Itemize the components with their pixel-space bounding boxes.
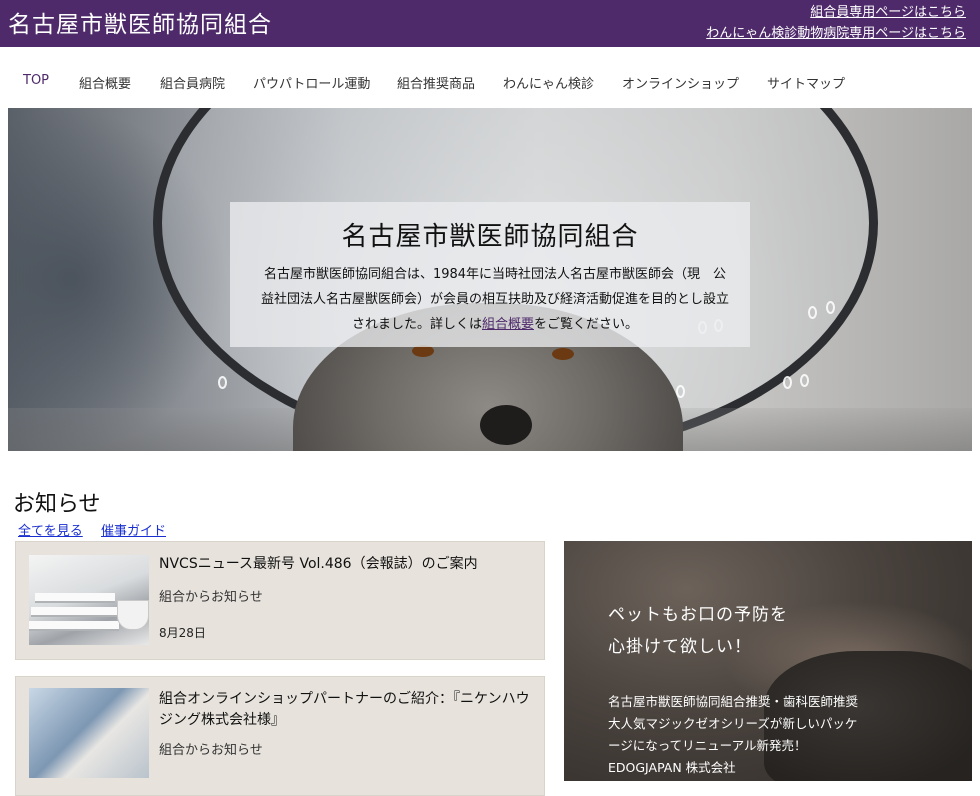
promo-headline-line: ペットもお口の予防を: [608, 605, 788, 625]
news-card[interactable]: NVCSニュース最新号 Vol.486（会報誌）のご案内 組合からお知らせ 8月…: [15, 541, 545, 660]
event-guide-link[interactable]: 催事ガイド: [101, 520, 166, 539]
nav-item-top[interactable]: TOP: [23, 73, 49, 88]
partner-thumbnail: [29, 688, 149, 778]
news-date: 8月28日: [159, 626, 206, 640]
promo-headline: ペットもお口の予防を 心掛けて欲しい！: [608, 599, 788, 663]
overview-link[interactable]: 組合概要: [482, 317, 534, 332]
nav-item-paw-patrol[interactable]: パウパトロール運動: [253, 73, 370, 92]
cone-hole: [808, 306, 817, 319]
cone-hole: [676, 385, 685, 398]
promo-body: 名古屋市獣医師協同組合推奨・歯科医師推奨 大人気マジックゼオシリーズが新しいパッ…: [608, 691, 858, 779]
news-title[interactable]: NVCSニュース最新号 Vol.486（会報誌）のご案内: [159, 554, 534, 575]
site-header: 名古屋市獣医師協同組合 組合員専用ページはこちら わんにゃん検診動物病院専用ペー…: [0, 0, 980, 47]
promo-banner[interactable]: ペットもお口の予防を 心掛けて欲しい！ 名古屋市獣医師協同組合推奨・歯科医師推奨…: [564, 541, 972, 781]
hero-text-end: をご覧ください。: [534, 317, 639, 332]
news-category: 組合からお知らせ: [159, 743, 263, 758]
checkup-hospital-page-link[interactable]: わんにゃん検診動物病院専用ページはこちら: [706, 22, 966, 41]
paper-stack: [31, 607, 117, 617]
nav-item-overview[interactable]: 組合概要: [79, 73, 131, 92]
nav-item-online-shop[interactable]: オンラインショップ: [622, 73, 739, 92]
dog-nose: [480, 405, 532, 445]
promo-body-line: ージになってリニューアル新発売！: [608, 738, 807, 753]
nav-item-sitemap[interactable]: サイトマップ: [767, 73, 845, 92]
newsletter-thumbnail: [29, 555, 149, 645]
hero-title: 名古屋市獣医師協同組合: [341, 222, 639, 252]
news-card[interactable]: 組合オンラインショップパートナーのご紹介：『ニケンハウジング株式会社様』 組合か…: [15, 676, 545, 796]
hero-description: 名古屋市獣医師協同組合は、1984年に当時社団法人名古屋市獣医師会（現 公益社団…: [260, 262, 730, 337]
nav-item-member-hospitals[interactable]: 組合員病院: [160, 73, 225, 92]
cone-hole: [800, 374, 809, 387]
notices-heading: お知らせ: [13, 492, 101, 517]
nav-item-recommended-products[interactable]: 組合推奨商品: [397, 73, 475, 92]
news-category: 組合からお知らせ: [159, 590, 263, 605]
main-nav: TOP 組合概要 組合員病院 パウパトロール運動 組合推奨商品 わんにゃん検診 …: [0, 47, 980, 109]
hero-banner: 名古屋市獣医師協同組合 名古屋市獣医師協同組合は、1984年に当時社団法人名古屋…: [8, 108, 972, 451]
promo-body-line: 名古屋市獣医師協同組合推奨・歯科医師推奨: [608, 694, 859, 709]
paper-stack: [35, 593, 115, 603]
promo-headline-line: 心掛けて欲しい！: [608, 637, 752, 657]
news-title[interactable]: 組合オンラインショップパートナーのご紹介：『ニケンハウジング株式会社様』: [159, 689, 534, 731]
view-all-link[interactable]: 全てを見る: [18, 520, 83, 539]
promo-body-line: 大人気マジックゼオシリーズが新しいパッケ: [608, 716, 858, 731]
site-title[interactable]: 名古屋市獣医師協同組合: [8, 5, 272, 39]
promo-body-line: EDOGJAPAN 株式会社: [608, 760, 736, 775]
coffee-cup: [117, 600, 149, 630]
cone-hole: [783, 376, 792, 389]
hero-intro-card: 名古屋市獣医師協同組合 名古屋市獣医師協同組合は、1984年に当時社団法人名古屋…: [230, 202, 750, 347]
nav-item-checkup[interactable]: わんにゃん検診: [503, 73, 594, 92]
cone-hole: [218, 376, 227, 389]
cone-hole: [826, 301, 835, 314]
member-page-link[interactable]: 組合員専用ページはこちら: [810, 1, 966, 20]
dog-eye: [552, 348, 574, 360]
paper-stack: [29, 621, 119, 631]
